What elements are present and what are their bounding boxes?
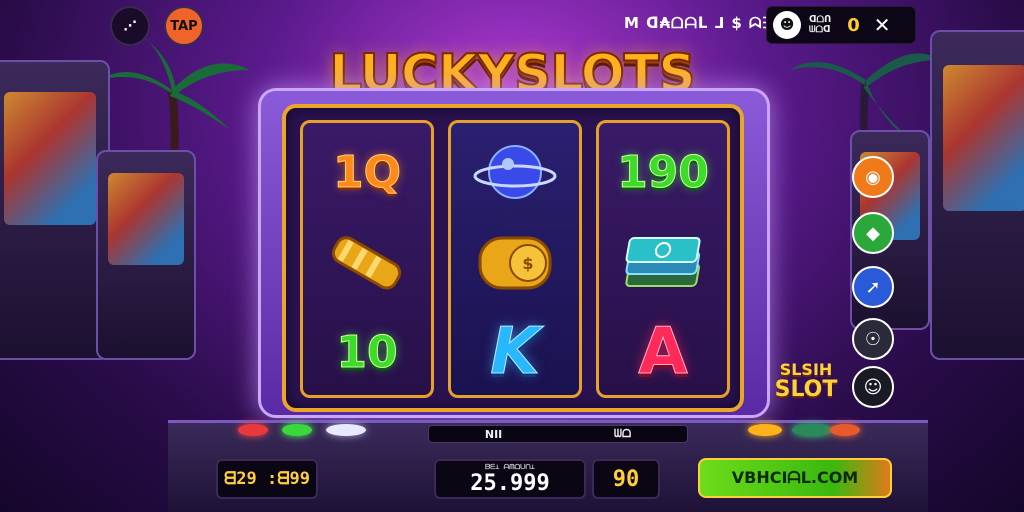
side-button-chat[interactable]: ◉ [852, 156, 894, 198]
side-button-arrow[interactable]: ➚ [852, 266, 894, 308]
lamp-white-icon [326, 424, 366, 436]
balance-value: ᗺ29 :ᗺ99 [224, 469, 310, 489]
promo-line-2: SLOT [774, 377, 838, 402]
lamp-yellow-icon [748, 424, 782, 436]
panel-label-top: ᗡᗝᑎ [809, 15, 832, 25]
reel-2: $ K [448, 120, 582, 398]
panel-label-bottom: ᗯᗝᗡ [809, 25, 831, 35]
lamp-red-icon [238, 424, 268, 436]
lamp-orange-icon [830, 424, 860, 436]
reel-3: 190 A [596, 120, 730, 398]
website-cta-button[interactable]: VBᕼCIᗩL.COM [698, 458, 892, 498]
profile-icon: ☺ [863, 376, 883, 398]
reel-1-symbol-text: 1Q [332, 146, 402, 198]
face-icon[interactable]: ☻ [773, 11, 801, 39]
win-value: 90 [612, 466, 640, 492]
bet-label: ᗷᗴ⊥ ᗩᗰᗝᑌᑎ⊥ [485, 462, 535, 471]
card-stack-icon [599, 219, 727, 305]
share-icon: ⋰ [123, 18, 137, 34]
side-button-gem[interactable]: ◆ [852, 212, 894, 254]
info-ticker: NII ᗯᗝ [428, 425, 688, 443]
bet-value: 25.999 [470, 470, 550, 496]
reel-1-symbol-text-2: 10 [336, 326, 398, 378]
arcade-cabinet-left [96, 150, 196, 360]
chat-bubble-icon: ◉ [865, 166, 881, 188]
user-icon: ☉ [864, 328, 882, 350]
panel-value: 0 [847, 14, 860, 36]
gold-bars-icon [303, 219, 431, 305]
reel-3-symbol-text-2: A [638, 315, 689, 390]
cta-label: VBᕼCIᗩL.COM [731, 468, 859, 487]
lamp-teal-icon [792, 424, 832, 436]
gold-coin-icon: $ [451, 219, 579, 305]
ticker-left: NII [484, 427, 503, 441]
reel-1: 1Q 10 [300, 120, 434, 398]
top-right-panel: ☻ ᗡᗝᑎ ᗯᗝᗡ 0 ✕ [766, 6, 916, 44]
reel-2-symbol-text: K [490, 315, 541, 390]
promo-badge: SLSIH SLOT [772, 360, 840, 408]
gem-icon: ◆ [866, 222, 880, 244]
arcade-cabinet-right-far [930, 30, 1024, 360]
tap-badge-icon: TAP [170, 18, 198, 34]
svg-text:$: $ [522, 254, 533, 273]
arrow-up-icon: ➚ [865, 276, 881, 298]
bet-display: ᗷᗴ⊥ ᗩᗰᗝᑌᑎ⊥ 25.999 [434, 459, 586, 499]
share-button[interactable]: ⋰ [110, 6, 150, 46]
lamp-green-icon [282, 424, 312, 436]
arcade-cabinet-left-far [0, 60, 110, 360]
ticker-right: ᗯᗝ [614, 427, 632, 440]
side-button-profile[interactable]: ☺ [852, 366, 894, 408]
balance-display: ᗺ29 :ᗺ99 [216, 459, 318, 499]
tap-badge-button[interactable]: TAP [164, 6, 204, 46]
reel-3-symbol-text: 190 [617, 146, 710, 198]
close-icon[interactable]: ✕ [874, 13, 891, 37]
side-button-user[interactable]: ☉ [852, 318, 894, 360]
planet-gem-icon [451, 129, 579, 215]
win-display: 90 [592, 459, 660, 499]
